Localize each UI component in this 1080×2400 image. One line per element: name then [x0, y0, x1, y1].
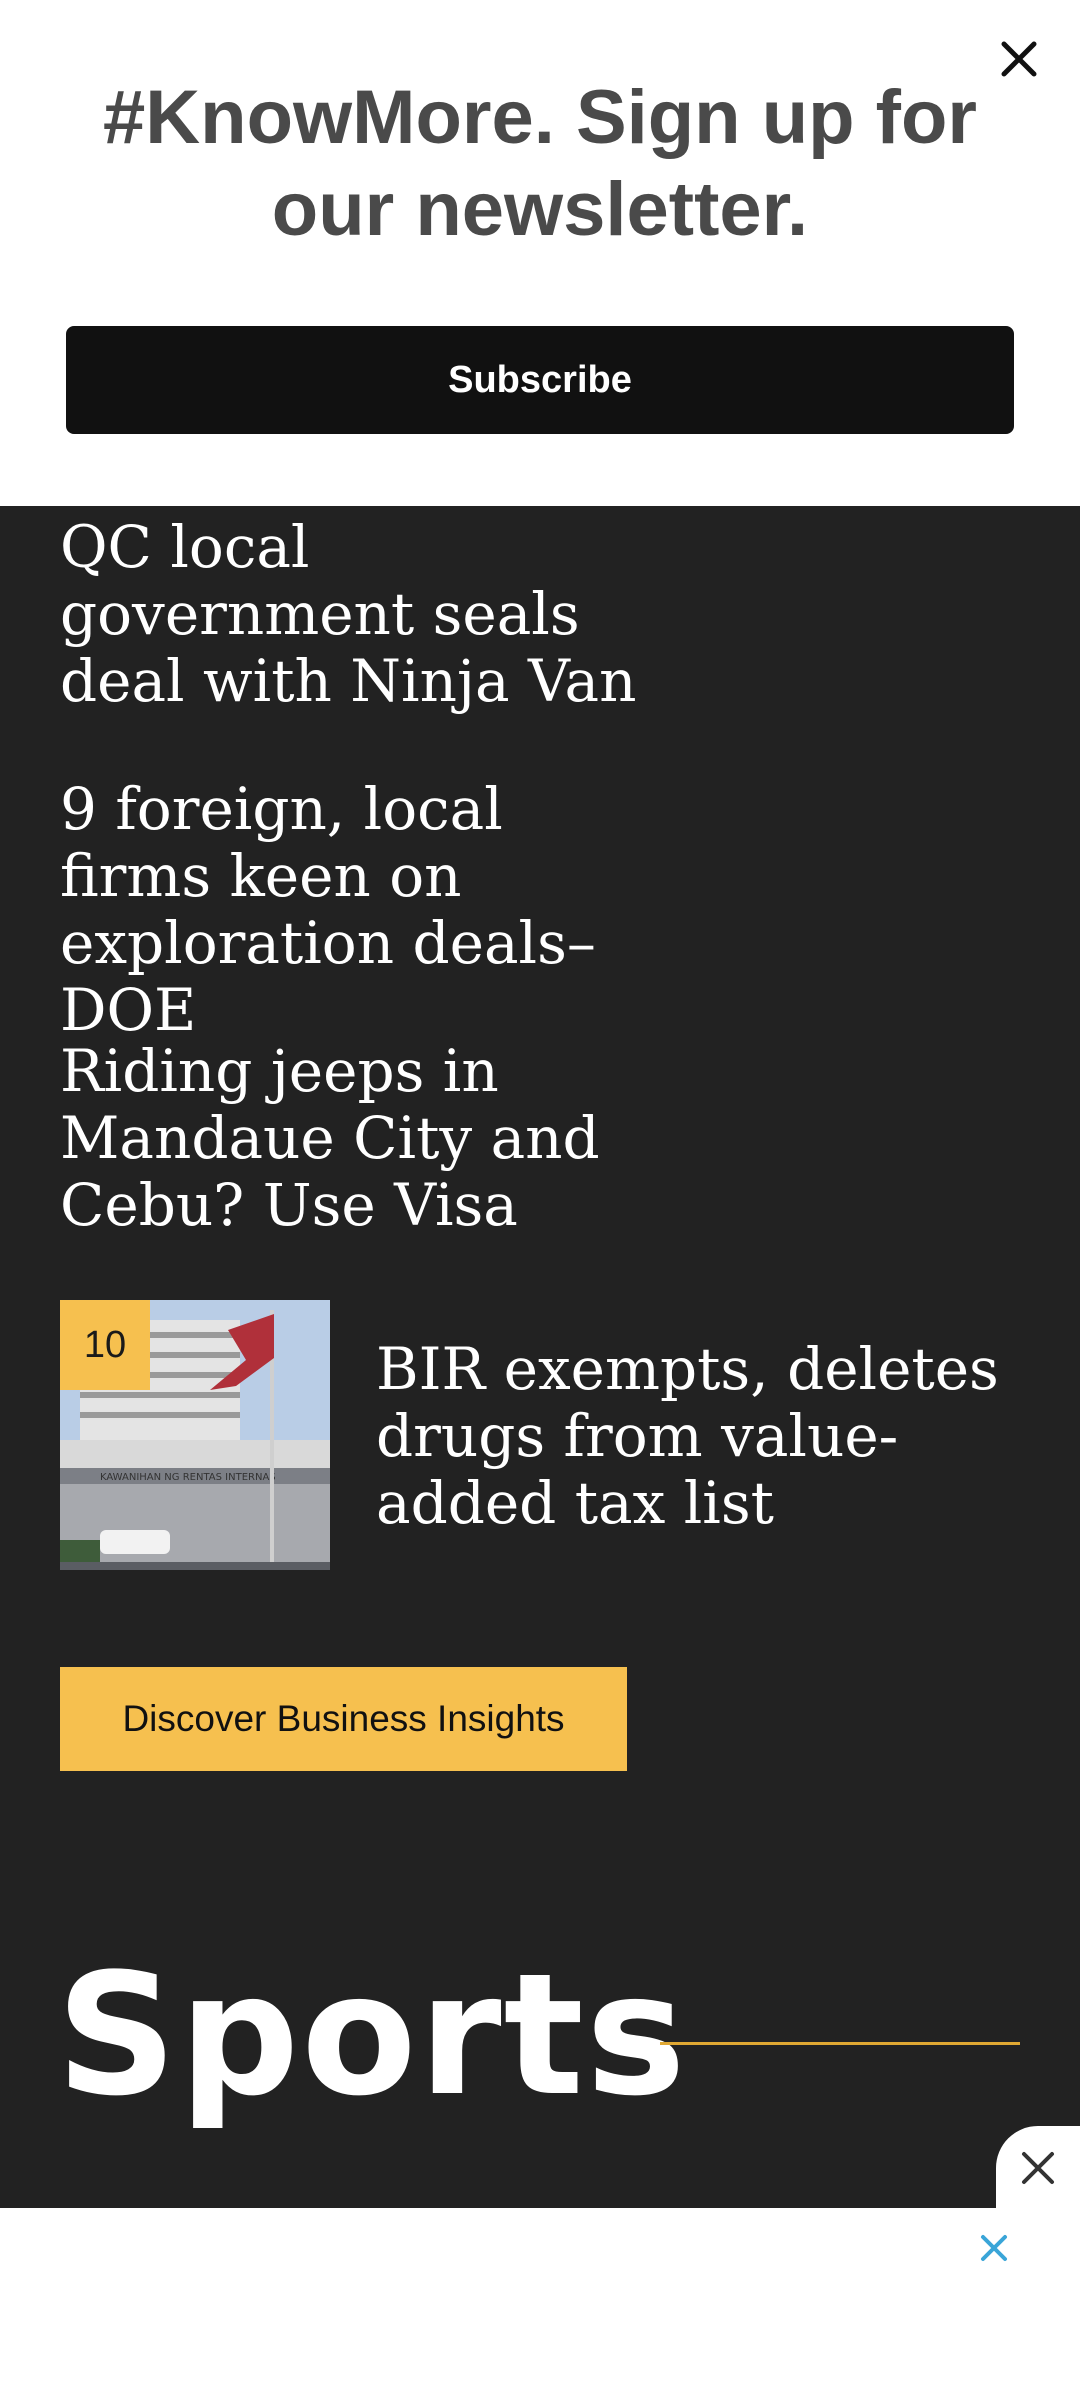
ad-close-icon[interactable] [996, 2126, 1080, 2210]
svg-text:KAWANIHAN NG RENTAS INTERNAS: KAWANIHAN NG RENTAS INTERNAS [100, 1472, 276, 1483]
ad-banner [0, 2208, 1080, 2400]
section-title-sports: Sports [56, 1937, 688, 2133]
discover-business-insights-button[interactable]: Discover Business Insights [60, 1667, 627, 1771]
headline-link[interactable]: 9 foreign, local firms keen on explorati… [60, 776, 660, 1044]
section-divider [660, 2042, 1020, 2045]
headline-link[interactable]: QC local government seals deal with Ninj… [60, 514, 660, 715]
newsletter-banner: #KnowMore. Sign up for our newsletter. S… [0, 0, 1080, 506]
subscribe-button[interactable]: Subscribe [66, 326, 1014, 434]
ad-choices-x-icon[interactable] [974, 2228, 1014, 2268]
headline-link[interactable]: Riding jeeps in Mandaue City and Cebu? U… [60, 1038, 660, 1239]
newsletter-title: #KnowMore. Sign up for our newsletter. [103, 75, 977, 252]
rank-badge: 10 [60, 1300, 150, 1390]
headline-link[interactable]: BIR exempts, deletes drugs from value-ad… [376, 1336, 1016, 1537]
